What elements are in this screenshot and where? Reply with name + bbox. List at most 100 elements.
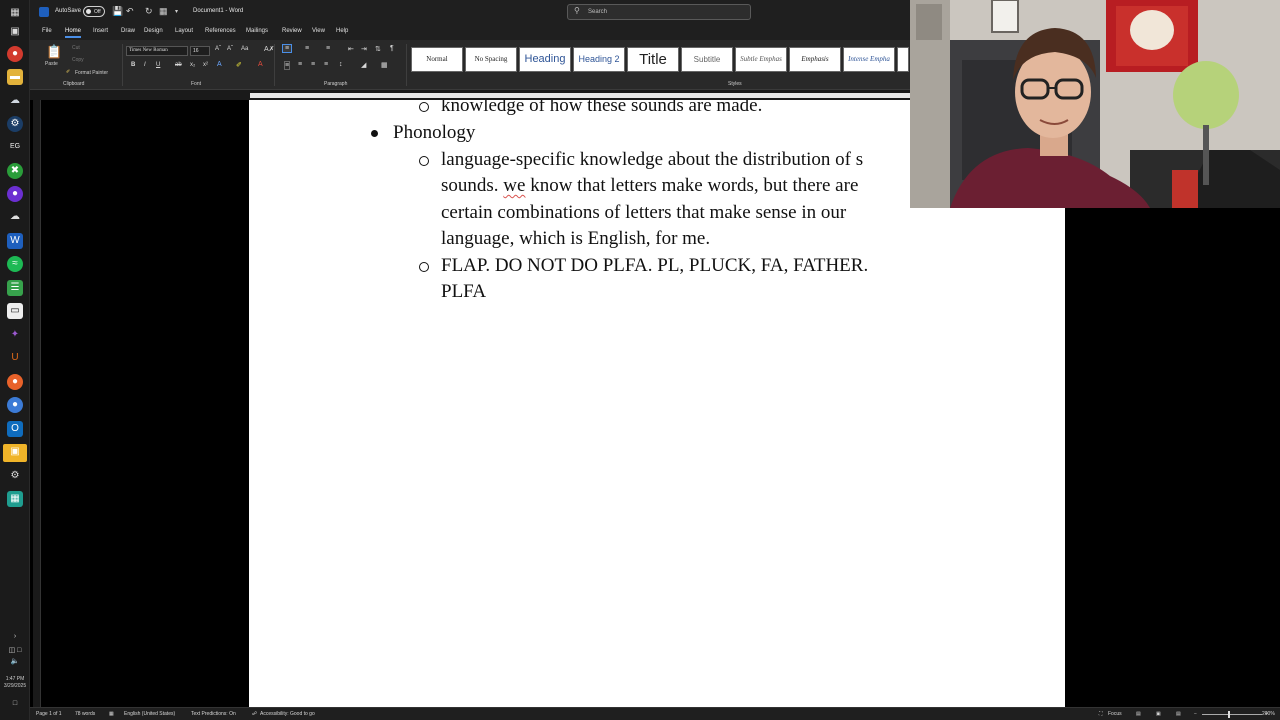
read-mode-icon[interactable]: ▤ xyxy=(1136,711,1141,717)
calculator-icon[interactable]: ▦ xyxy=(7,491,23,507)
notepad-icon[interactable]: ☰ xyxy=(7,280,23,296)
tab-file[interactable]: File xyxy=(42,28,52,34)
outlook-icon[interactable]: O xyxy=(7,421,23,437)
volume-icon[interactable]: 🔈 xyxy=(0,657,30,665)
shading-icon[interactable]: ◢ xyxy=(361,61,366,69)
align-center-icon[interactable]: ≡ xyxy=(298,61,302,68)
tab-mailings[interactable]: Mailings xyxy=(246,28,268,34)
bullets-icon[interactable]: ≡ xyxy=(282,44,293,53)
firefox-icon[interactable]: ● xyxy=(7,374,23,390)
highlight-color-icon[interactable]: ✐ xyxy=(236,61,242,69)
save-icon[interactable]: 💾 xyxy=(112,6,123,17)
file-explorer-icon[interactable]: ☁ xyxy=(7,209,23,225)
align-left-icon[interactable]: ≡ xyxy=(284,61,291,70)
align-right-icon[interactable]: ≡ xyxy=(311,61,315,68)
undo-icon[interactable]: ↶ xyxy=(126,6,134,17)
app-icon[interactable]: ✦ xyxy=(7,327,23,343)
style-normal[interactable]: Normal xyxy=(411,47,463,72)
ubisoft-icon[interactable]: U xyxy=(7,350,23,366)
shrink-font-icon[interactable]: Aˇ xyxy=(227,46,233,52)
search-input[interactable]: ⚲ Search xyxy=(567,4,751,20)
chrome-icon[interactable]: ● xyxy=(7,46,23,62)
language-indicator[interactable]: English (United States) xyxy=(124,711,175,717)
tab-home[interactable]: Home xyxy=(65,28,82,38)
sort-icon[interactable]: ⇅ xyxy=(375,45,381,53)
settings-icon[interactable]: ⚙ xyxy=(7,468,23,484)
clock[interactable]: 1:47 PM 3/29/2025 xyxy=(0,676,30,690)
font-color-icon[interactable]: A xyxy=(258,61,263,68)
epic-games-icon[interactable]: EG xyxy=(7,139,23,155)
font-size-select[interactable]: 16 xyxy=(190,46,210,56)
text-predictions-status[interactable]: Text Predictions: On xyxy=(191,711,236,717)
windows-start-icon[interactable]: ▦ xyxy=(7,5,23,21)
show-formatting-icon[interactable]: ¶ xyxy=(390,45,394,52)
superscript-icon[interactable]: x² xyxy=(203,62,208,68)
cut-button[interactable]: Cut xyxy=(72,45,80,51)
spotify-icon[interactable]: ≈ xyxy=(7,256,23,272)
web-layout-icon[interactable]: ▤ xyxy=(1176,711,1181,717)
numbering-icon[interactable]: ≡ xyxy=(305,45,309,52)
grow-font-icon[interactable]: Aˆ xyxy=(215,46,221,52)
vertical-ruler[interactable] xyxy=(33,100,41,707)
paste-button[interactable]: Paste xyxy=(45,61,58,67)
spelling-error-word[interactable]: we xyxy=(503,175,525,196)
style-intense-emphasis[interactable]: Intense Empha xyxy=(843,47,895,72)
strikethrough-icon[interactable]: ab xyxy=(175,62,182,68)
edge-icon[interactable]: ☁ xyxy=(7,93,23,109)
bold-icon[interactable]: B xyxy=(131,62,135,68)
decrease-indent-icon[interactable]: ⇤ xyxy=(348,45,354,53)
justify-icon[interactable]: ≡ xyxy=(324,61,328,68)
italic-icon[interactable]: I xyxy=(144,62,146,68)
horizontal-ruler[interactable] xyxy=(30,90,910,100)
style-title[interactable]: Title xyxy=(627,47,679,72)
line-spacing-icon[interactable]: ↕ xyxy=(339,61,343,68)
terminal-icon[interactable]: ▭ xyxy=(7,303,23,319)
chromium-icon[interactable]: ● xyxy=(7,397,23,413)
format-painter-button[interactable]: Format Painter xyxy=(75,70,108,76)
show-hidden-icons-icon[interactable]: › xyxy=(0,633,30,640)
tab-design[interactable]: Design xyxy=(144,28,163,34)
sticky-notes-icon[interactable]: ▣ xyxy=(3,444,27,462)
obs-icon[interactable]: ● xyxy=(7,186,23,202)
focus-button[interactable]: Focus xyxy=(1108,711,1122,717)
copy-button[interactable]: Copy xyxy=(72,57,84,63)
tab-draw[interactable]: Draw xyxy=(121,28,135,34)
change-case-icon[interactable]: Aa xyxy=(241,46,248,52)
style-no-spacing[interactable]: No Spacing xyxy=(465,47,517,72)
accessibility-status[interactable]: Accessibility: Good to go xyxy=(260,711,315,717)
zoom-out-icon[interactable]: − xyxy=(1194,711,1197,717)
page-count[interactable]: Page 1 of 1 xyxy=(36,711,62,717)
borders-icon[interactable]: ▦ xyxy=(381,61,388,69)
customize-toolbar-icon[interactable]: ▾ xyxy=(175,8,178,15)
network-icon[interactable]: ◫ □ xyxy=(0,646,30,654)
tab-review[interactable]: Review xyxy=(282,28,302,34)
task-view-icon[interactable]: ▣ xyxy=(7,24,23,40)
style-subtitle[interactable]: Subtitle xyxy=(681,47,733,72)
tab-view[interactable]: View xyxy=(312,28,325,34)
tab-layout[interactable]: Layout xyxy=(175,28,193,34)
zoom-slider-thumb[interactable] xyxy=(1228,711,1230,718)
steam-icon[interactable]: ⚙ xyxy=(7,116,23,132)
redo-icon[interactable]: ↻ xyxy=(145,6,153,17)
clear-formatting-icon[interactable]: A✗ xyxy=(264,45,275,53)
zoom-level[interactable]: 200% xyxy=(1262,711,1275,717)
underline-icon[interactable]: U xyxy=(156,62,160,68)
font-name-select[interactable]: Times New Roman xyxy=(126,46,188,56)
text-effects-icon[interactable]: A xyxy=(217,61,222,68)
word-icon[interactable]: W xyxy=(7,233,23,249)
multilevel-list-icon[interactable]: ≡ xyxy=(326,45,330,52)
folder-icon[interactable]: ▬ xyxy=(7,69,23,85)
word-count[interactable]: 78 words xyxy=(75,711,95,717)
style-emphasis[interactable]: Emphasis xyxy=(789,47,841,72)
tab-help[interactable]: Help xyxy=(336,28,348,34)
style-subtle-emphasis[interactable]: Subtle Emphas xyxy=(735,47,787,72)
style-heading[interactable]: Heading xyxy=(519,47,571,72)
xbox-icon[interactable]: ✖ xyxy=(7,163,23,179)
zoom-slider[interactable] xyxy=(1202,714,1262,715)
increase-indent-icon[interactable]: ⇥ xyxy=(361,45,367,53)
tab-insert[interactable]: Insert xyxy=(93,28,108,34)
subscript-icon[interactable]: x₂ xyxy=(190,62,195,68)
print-preview-icon[interactable]: ▦ xyxy=(159,6,168,17)
notification-icon[interactable]: □ xyxy=(0,700,30,707)
style-more[interactable] xyxy=(897,47,909,72)
